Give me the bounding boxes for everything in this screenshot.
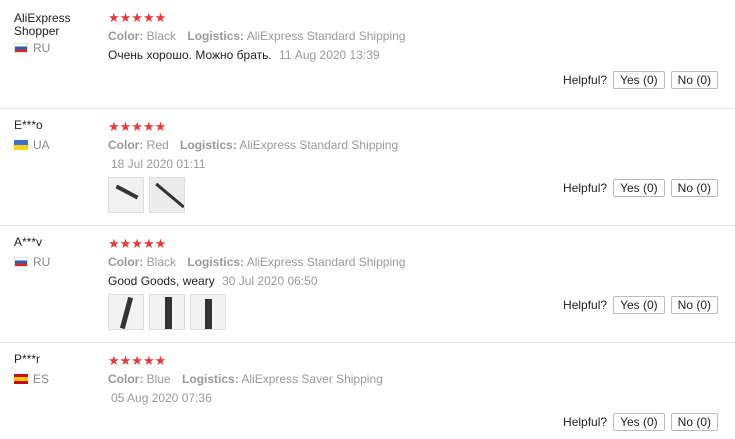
russia-flag-icon [14, 257, 28, 267]
review-photo-thumbnail[interactable] [108, 294, 144, 330]
helpful-no-button[interactable]: No (0) [670, 296, 718, 314]
review-text: Очень хорошо. Можно брать. [108, 48, 272, 62]
reviewer-country: ES [14, 372, 104, 386]
reviewer-info: AliExpress Shopper RU [14, 12, 104, 55]
russia-flag-icon [14, 43, 28, 53]
helpful-label: Helpful? [563, 298, 608, 312]
logistics-label: Logistics: [182, 372, 239, 386]
review-date: 30 Jul 2020 06:50 [222, 274, 318, 288]
helpful-yes-button[interactable]: Yes (0) [613, 296, 665, 314]
country-code: ES [33, 372, 50, 386]
logistics-label: Logistics: [187, 29, 245, 43]
helpful-label: Helpful? [563, 73, 608, 87]
color-value: Black [146, 29, 177, 43]
reviewer-country: RU [14, 41, 104, 55]
review-content: ★★★★★ Color: Blue Logistics: AliExpress … [108, 354, 548, 405]
helpful-label: Helpful? [563, 181, 608, 195]
helpful-yes-button[interactable]: Yes (0) [613, 179, 665, 197]
logistics-label: Logistics: [187, 255, 245, 269]
helpful-label: Helpful? [563, 415, 608, 429]
review-item: P***r ES ★★★★★ Color: Blue Logistics: Al… [0, 343, 735, 439]
review-content: ★★★★★ Color: Red Logistics: AliExpress S… [108, 120, 548, 213]
logistics-value: AliExpress Standard Shipping [246, 255, 406, 269]
color-label: Color: [108, 372, 144, 386]
review-text-line: Good Goods, weary 30 Jul 2020 06:50 [108, 274, 548, 288]
review-item: A***v RU ★★★★★ Color: Black Logistics: A… [0, 226, 735, 342]
review-photo-thumbnail[interactable] [190, 294, 226, 330]
review-content: ★★★★★ Color: Black Logistics: AliExpress… [108, 11, 548, 62]
reviewer-country: RU [14, 255, 104, 269]
country-code: RU [33, 41, 51, 55]
color-value: Red [146, 138, 169, 152]
color-label: Color: [108, 29, 144, 43]
reviewer-info: E***o UA [14, 119, 104, 152]
color-value: Black [146, 255, 177, 269]
review-photo-thumbnail[interactable] [149, 177, 185, 213]
helpful-no-button[interactable]: No (0) [670, 413, 718, 431]
star-rating: ★★★★★ [108, 353, 167, 368]
helpful-vote: Helpful? Yes (0) No (0) [563, 179, 718, 197]
helpful-yes-button[interactable]: Yes (0) [613, 413, 665, 431]
review-content: ★★★★★ Color: Black Logistics: AliExpress… [108, 237, 548, 330]
reviewer-country: UA [14, 138, 104, 152]
review-photos [108, 294, 548, 330]
helpful-no-button[interactable]: No (0) [670, 71, 718, 89]
reviewer-name: E***o [14, 118, 43, 132]
review-date: 18 Jul 2020 01:11 [111, 157, 206, 171]
review-date: 11 Aug 2020 13:39 [279, 48, 380, 62]
reviewer-name: A***v [14, 235, 43, 249]
review-text-line: Очень хорошо. Можно брать. 11 Aug 2020 1… [108, 48, 548, 62]
review-photos [108, 177, 548, 213]
ukraine-flag-icon [14, 140, 28, 150]
review-date: 05 Aug 2020 07:36 [111, 391, 212, 405]
review-item: AliExpress Shopper RU ★★★★★ Color: Black… [0, 0, 735, 108]
color-label: Color: [108, 138, 144, 152]
review-meta: Color: Black Logistics: AliExpress Stand… [108, 29, 548, 43]
review-item: E***o UA ★★★★★ Color: Red Logistics: Ali… [0, 109, 735, 225]
country-code: UA [33, 138, 50, 152]
helpful-yes-button[interactable]: Yes (0) [613, 71, 665, 89]
logistics-value: AliExpress Standard Shipping [239, 138, 399, 152]
reviewer-info: P***r ES [14, 353, 104, 386]
helpful-vote: Helpful? Yes (0) No (0) [563, 413, 718, 431]
logistics-label: Logistics: [180, 138, 237, 152]
review-photo-thumbnail[interactable] [149, 294, 185, 330]
spain-flag-icon [14, 374, 28, 384]
star-rating: ★★★★★ [108, 10, 167, 25]
review-meta: Color: Black Logistics: AliExpress Stand… [108, 255, 548, 269]
reviewer-name: AliExpress Shopper [14, 11, 71, 38]
helpful-vote: Helpful? Yes (0) No (0) [563, 296, 718, 314]
star-rating: ★★★★★ [108, 236, 167, 251]
logistics-value: AliExpress Saver Shipping [241, 372, 383, 386]
review-text: Good Goods, weary [108, 274, 215, 288]
helpful-no-button[interactable]: No (0) [670, 179, 718, 197]
review-meta: Color: Blue Logistics: AliExpress Saver … [108, 372, 548, 386]
reviewer-name: P***r [14, 352, 41, 366]
reviewer-info: A***v RU [14, 236, 104, 269]
country-code: RU [33, 255, 51, 269]
logistics-value: AliExpress Standard Shipping [246, 29, 406, 43]
review-meta: Color: Red Logistics: AliExpress Standar… [108, 138, 548, 152]
star-rating: ★★★★★ [108, 119, 167, 134]
review-photo-thumbnail[interactable] [108, 177, 144, 213]
color-label: Color: [108, 255, 144, 269]
color-value: Blue [146, 372, 171, 386]
helpful-vote: Helpful? Yes (0) No (0) [563, 71, 718, 89]
